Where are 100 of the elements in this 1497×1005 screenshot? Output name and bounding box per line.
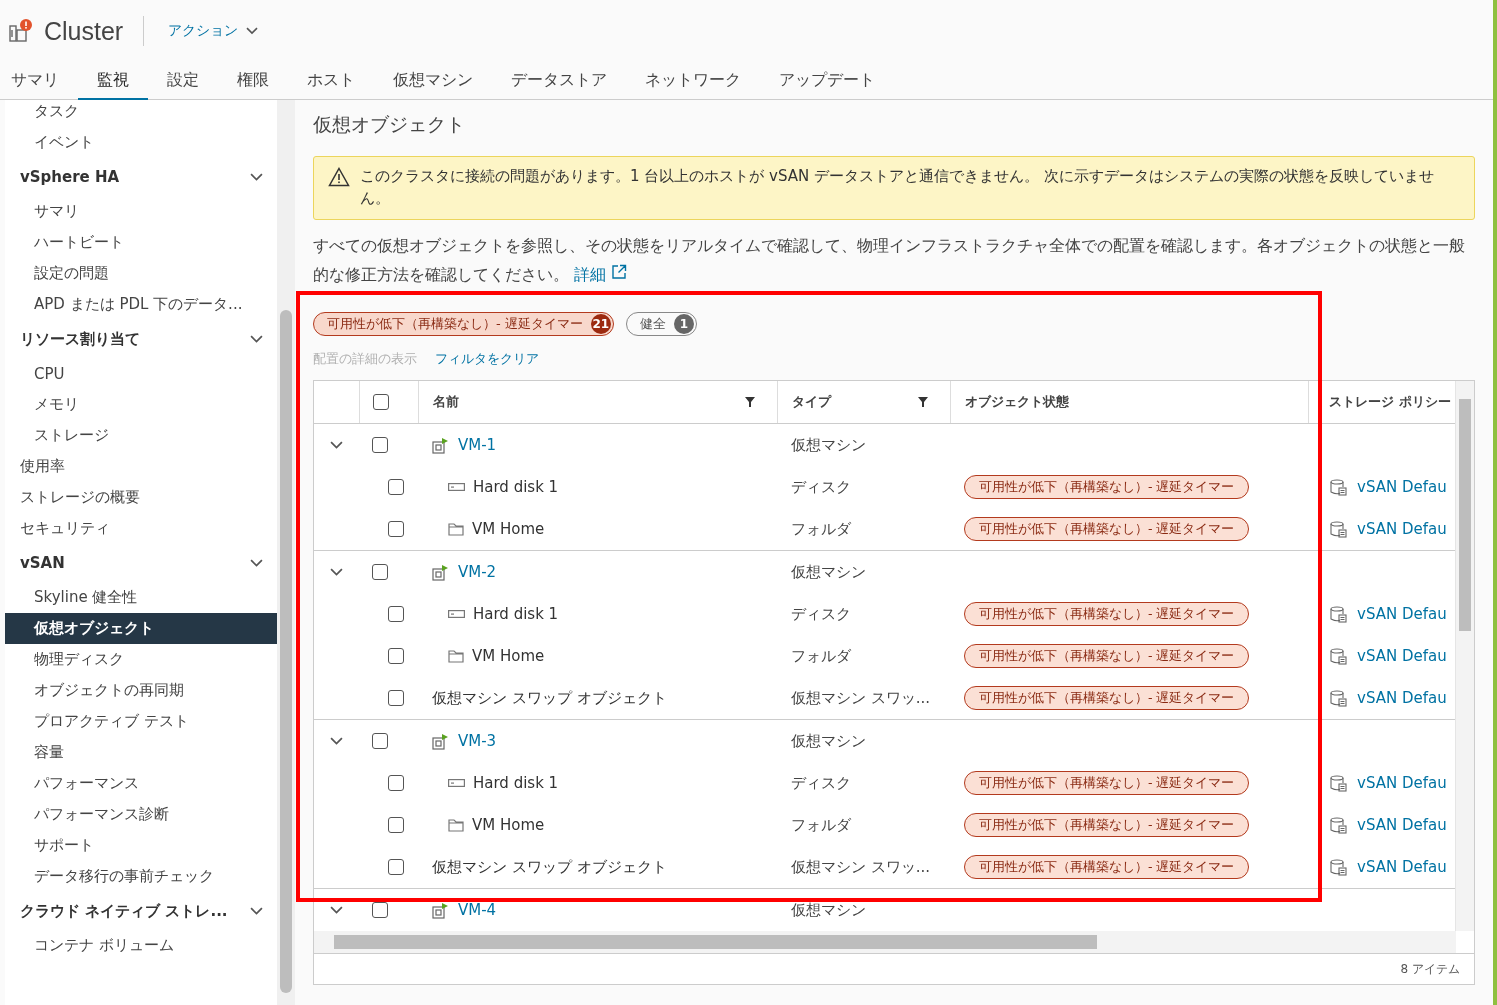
column-header[interactable]: ストレージ ポリシー (1329, 393, 1451, 411)
vm-link[interactable]: VM-2 (458, 563, 497, 581)
type-cell: ディスク (791, 477, 851, 497)
chevron-down-icon (330, 441, 343, 449)
tab[interactable]: データストア (492, 62, 626, 101)
type-cell: 仮想マシン (791, 900, 866, 920)
sidebar-item[interactable]: APD または PDL 下のデータ... (5, 289, 277, 320)
sidebar-item[interactable]: コンテナ ボリューム (5, 930, 277, 961)
sidebar-item[interactable]: 仮想オブジェクト (5, 613, 277, 644)
warning-icon (328, 167, 350, 187)
row-checkbox[interactable] (388, 479, 404, 495)
vm-link[interactable]: VM-3 (458, 732, 497, 750)
sidebar-scrollbar[interactable] (277, 100, 295, 1005)
folder-icon (448, 649, 464, 663)
row-checkbox[interactable] (388, 606, 404, 622)
type-cell: フォルダ (791, 646, 851, 666)
sidebar-item[interactable]: プロアクティブ テスト (5, 706, 277, 737)
vm-link[interactable]: VM-1 (458, 436, 497, 454)
row-checkbox[interactable] (372, 437, 388, 453)
tab[interactable]: 権限 (218, 62, 288, 101)
sidebar-item[interactable]: 容量 (5, 737, 277, 768)
type-cell: 仮想マシン スワッ... (791, 688, 931, 708)
tab[interactable]: サマリ (8, 62, 78, 101)
tab[interactable]: アップデート (760, 62, 894, 101)
row-checkbox[interactable] (372, 902, 388, 918)
row-checkbox[interactable] (388, 521, 404, 537)
status-badge: 可用性が低下（再構築なし）- 遅延タイマー (964, 475, 1250, 499)
column-header[interactable]: 名前 (433, 393, 459, 411)
vm-icon (432, 436, 450, 454)
select-all-checkbox[interactable] (373, 394, 389, 410)
table-vertical-scrollbar[interactable] (1455, 381, 1474, 931)
sidebar-item[interactable]: サマリ (5, 196, 277, 227)
sidebar-item[interactable]: ハートビート (5, 227, 277, 258)
row-checkbox[interactable] (388, 690, 404, 706)
object-name: VM Home (472, 647, 545, 665)
sidebar-item[interactable]: データ移行の事前チェック (5, 861, 277, 892)
row-checkbox[interactable] (388, 817, 404, 833)
policy-link[interactable]: vSAN Defau (1357, 605, 1447, 623)
tab[interactable]: ネットワーク (626, 62, 760, 101)
object-name: 仮想マシン スワップ オブジェクト (432, 857, 667, 877)
policy-link[interactable]: vSAN Defau (1357, 774, 1447, 792)
tab[interactable]: 仮想マシン (374, 62, 492, 101)
details-link[interactable]: 詳細 (573, 266, 627, 284)
sidebar-item[interactable]: オブジェクトの再同期 (5, 675, 277, 706)
item-count: 8 アイテム (1400, 960, 1460, 978)
policy-link[interactable]: vSAN Defau (1357, 478, 1447, 496)
sidebar-item[interactable]: イベント (5, 127, 277, 158)
column-header[interactable]: タイプ (792, 393, 831, 411)
status-badge: 可用性が低下（再構築なし）- 遅延タイマー (964, 771, 1250, 795)
sidebar-group[interactable]: リソース割り当て (5, 320, 277, 358)
policy-link[interactable]: vSAN Defau (1357, 858, 1447, 876)
type-cell: フォルダ (791, 815, 851, 835)
object-name: VM Home (472, 520, 545, 538)
chevron-down-icon (250, 907, 263, 915)
sidebar-group[interactable]: クラウド ネイティブ ストレ... (5, 892, 277, 930)
sidebar-item[interactable]: 物理ディスク (5, 644, 277, 675)
filter-icon[interactable] (918, 397, 928, 407)
actions-menu[interactable]: アクション (168, 22, 259, 40)
expand-toggle[interactable] (330, 568, 343, 576)
policy-link[interactable]: vSAN Defau (1357, 816, 1447, 834)
sidebar-item[interactable]: パフォーマンス (5, 768, 277, 799)
sidebar-item[interactable]: セキュリティ (5, 513, 277, 544)
sidebar-item[interactable]: メモリ (5, 389, 277, 420)
tab[interactable]: 設定 (148, 62, 218, 101)
policy-link[interactable]: vSAN Defau (1357, 689, 1447, 707)
sidebar-item[interactable]: 設定の問題 (5, 258, 277, 289)
row-checkbox[interactable] (372, 564, 388, 580)
expand-toggle[interactable] (330, 737, 343, 745)
filter-icon[interactable] (745, 397, 755, 407)
sidebar-item[interactable]: ストレージ (5, 420, 277, 451)
type-cell: ディスク (791, 773, 851, 793)
expand-toggle[interactable] (330, 441, 343, 449)
sidebar-item[interactable]: ストレージの概要 (5, 482, 277, 513)
sidebar-item[interactable]: パフォーマンス診断 (5, 799, 277, 830)
sidebar-group[interactable]: vSphere HA (5, 158, 277, 196)
type-cell: 仮想マシン スワッ... (791, 857, 931, 877)
sidebar-group[interactable]: vSAN (5, 544, 277, 582)
expand-toggle[interactable] (330, 906, 343, 914)
row-checkbox[interactable] (388, 648, 404, 664)
sidebar-item[interactable]: CPU (5, 358, 277, 389)
sidebar-item[interactable]: 使用率 (5, 451, 277, 482)
row-checkbox[interactable] (372, 733, 388, 749)
column-header[interactable]: オブジェクト状態 (965, 393, 1069, 411)
sidebar-item[interactable]: Skyline 健全性 (5, 582, 277, 613)
row-checkbox[interactable] (388, 775, 404, 791)
policy-link[interactable]: vSAN Defau (1357, 520, 1447, 538)
policy-link[interactable]: vSAN Defau (1357, 647, 1447, 665)
clear-filter-link[interactable]: フィルタをクリア (435, 350, 539, 368)
vm-icon (432, 563, 450, 581)
sidebar-item[interactable]: タスク (5, 100, 277, 127)
row-checkbox[interactable] (388, 859, 404, 875)
vm-link[interactable]: VM-4 (458, 901, 497, 919)
description-text: すべての仮想オブジェクトを参照し、その状態をリアルタイムで確認して、物理インフラストラクチャ全体での配置を確認します。各オブジェクトの状態と一般的な修正方法を確認してください。 詳細 (313, 236, 1466, 286)
table-horizontal-scrollbar[interactable] (314, 931, 1456, 953)
filter-chip[interactable]: 健全 1 (625, 312, 697, 336)
policy-icon (1330, 605, 1347, 623)
tab[interactable]: ホスト (288, 62, 374, 101)
filter-chip[interactable]: 可用性が低下（再構築なし）- 遅延タイマー 21 (313, 312, 614, 336)
sidebar-item[interactable]: サポート (5, 830, 277, 861)
policy-icon (1330, 816, 1347, 834)
